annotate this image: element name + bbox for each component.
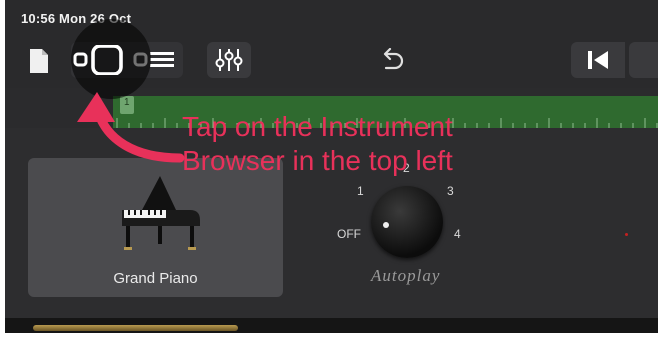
annotation-line-1: Tap on the Instrument — [182, 111, 453, 142]
garageband-screen: 10:56 Mon 26 Oct 1 Grand Piano OFF 1 2 3… — [5, 0, 658, 342]
tutorial-annotation: Tap on the Instrument Browser in the top… — [182, 110, 453, 178]
instrument-browser-icon — [73, 45, 123, 75]
image-bottom-margin — [0, 333, 658, 342]
annotation-line-2: Browser in the top left — [182, 145, 453, 176]
